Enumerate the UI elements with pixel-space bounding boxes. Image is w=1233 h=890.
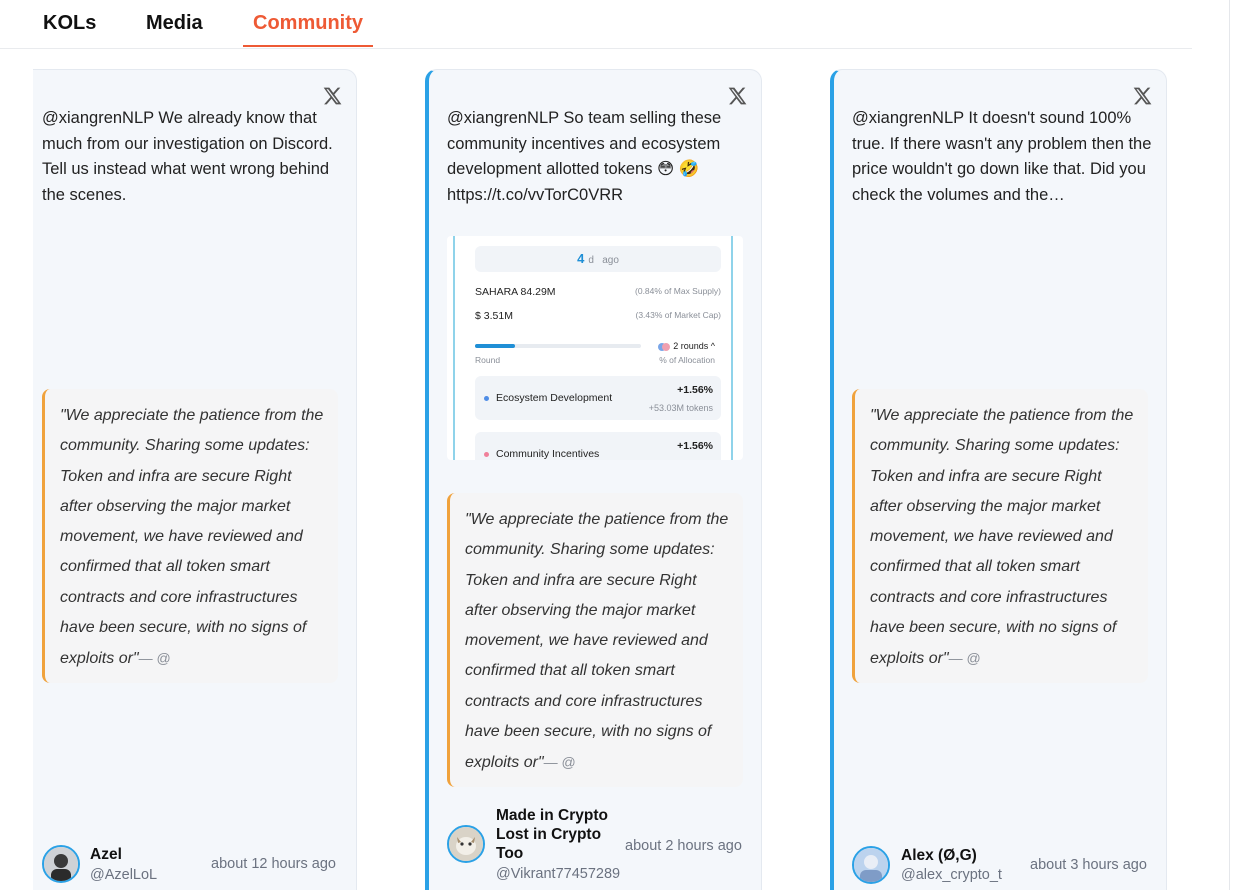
- days-unit: d: [588, 255, 594, 266]
- bullet-icon: [484, 396, 489, 401]
- author-handle[interactable]: @alex_crypto_t: [901, 867, 1002, 883]
- tab-media[interactable]: Media: [146, 12, 203, 35]
- rounds-label: 2 rounds ^: [673, 341, 715, 351]
- quote-attribution[interactable]: — @: [139, 650, 171, 666]
- round-dots-icon: [658, 342, 671, 351]
- divider: [1229, 0, 1230, 890]
- round-progress-bar: [475, 344, 641, 348]
- avatar[interactable]: [42, 845, 80, 883]
- allocation-tokens: +53.03M tokens: [648, 403, 713, 413]
- allocation-name: Ecosystem Development: [496, 392, 613, 404]
- x-logo-icon[interactable]: [727, 86, 747, 106]
- tweet-text: @xiangrenNLP We already know that much f…: [42, 109, 333, 204]
- quote-text: "We appreciate the patience from the com…: [60, 407, 324, 668]
- author-name[interactable]: Made in Crypto Lost in Crypto Too: [496, 806, 620, 863]
- quote-text: "We appreciate the patience from the com…: [465, 511, 729, 772]
- tweet-card[interactable]: @xiangrenNLP We already know that much f…: [33, 69, 357, 890]
- tweet-text: @xiangrenNLP So team selling these commu…: [447, 106, 747, 208]
- supply-row: SAHARA 84.29M (0.84% of Max Supply): [475, 286, 721, 298]
- avatar[interactable]: [852, 846, 890, 884]
- supply-note: (0.84% of Max Supply): [635, 286, 721, 296]
- quote-attribution[interactable]: — @: [949, 650, 981, 666]
- quote-attribution[interactable]: — @: [544, 754, 576, 770]
- x-logo-icon[interactable]: [322, 86, 342, 106]
- quoted-statement: "We appreciate the patience from the com…: [42, 389, 338, 683]
- usd-amount: $ 3.51M: [475, 310, 513, 322]
- tweet-body: @xiangrenNLP So team selling these commu…: [447, 109, 722, 178]
- avatar[interactable]: [447, 825, 485, 863]
- tweet-card[interactable]: @xiangrenNLP So team selling these commu…: [425, 69, 762, 890]
- tab-community[interactable]: Community: [253, 12, 363, 35]
- tab-kols[interactable]: KOLs: [43, 12, 96, 35]
- tweet-link[interactable]: https://t.co/vvTorC0VRR: [447, 186, 623, 204]
- quoted-statement: "We appreciate the patience from the com…: [447, 493, 743, 787]
- days-suffix: ago: [602, 255, 619, 266]
- quoted-statement: "We appreciate the patience from the com…: [852, 389, 1148, 683]
- author-handle[interactable]: @AzelLoL: [90, 867, 157, 883]
- timestamp: about 2 hours ago: [625, 838, 742, 854]
- x-logo-icon[interactable]: [1132, 86, 1152, 106]
- tweet-card[interactable]: @xiangrenNLP It doesn't sound 100% true.…: [830, 69, 1167, 890]
- rounds-toggle: 2 rounds ^: [658, 341, 715, 351]
- embedded-image[interactable]: 4d ago SAHARA 84.29M (0.84% of Max Supply…: [447, 236, 743, 460]
- round-progress-fill: [475, 344, 515, 348]
- timestamp: about 3 hours ago: [1030, 857, 1147, 873]
- allocation-label: % of Allocation: [659, 355, 715, 365]
- time-ago-pill: 4d ago: [475, 246, 721, 272]
- usd-row: $ 3.51M (3.43% of Market Cap): [475, 310, 721, 322]
- allocation-item: Community Incentives +1.56%: [475, 432, 721, 460]
- bullet-icon: [484, 452, 489, 457]
- timestamp: about 12 hours ago: [211, 856, 336, 872]
- tweet-text: @xiangrenNLP It doesn't sound 100% true.…: [852, 109, 1152, 204]
- supply-amount: SAHARA 84.29M: [475, 286, 556, 298]
- tab-bar: KOLs Media Community: [0, 0, 1192, 49]
- active-tab-indicator: [243, 45, 373, 47]
- allocation-name: Community Incentives: [496, 448, 600, 460]
- allocation-item: Ecosystem Development +1.56% +53.03M tok…: [475, 376, 721, 420]
- allocation-pct: +1.56%: [677, 384, 713, 396]
- allocation-pct: +1.56%: [677, 440, 713, 452]
- author-name[interactable]: Alex (Ø,G): [901, 846, 977, 865]
- days-value: 4: [577, 251, 585, 266]
- author-name[interactable]: Azel: [90, 845, 122, 864]
- quote-text: "We appreciate the patience from the com…: [870, 407, 1134, 668]
- allocation-screenshot: 4d ago SAHARA 84.29M (0.84% of Max Supply…: [453, 236, 733, 460]
- author-handle[interactable]: @Vikrant77457289: [496, 866, 620, 882]
- usd-note: (3.43% of Market Cap): [635, 310, 721, 320]
- round-label: Round: [475, 355, 501, 365]
